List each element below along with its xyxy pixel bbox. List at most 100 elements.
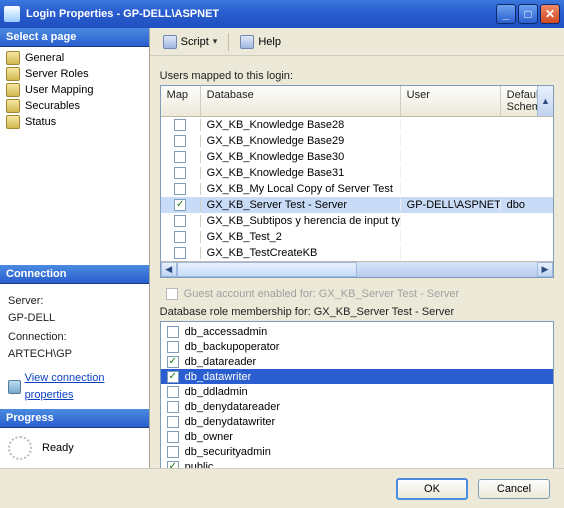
progress-spinner-icon — [8, 436, 32, 460]
map-checkbox[interactable] — [174, 135, 186, 147]
titlebar: Login Properties - GP-DELL\ASPNET _ □ ✕ — [0, 0, 564, 28]
footer: OK Cancel — [0, 468, 564, 508]
server-value: GP-DELL — [8, 310, 141, 327]
minimize-button[interactable]: _ — [496, 4, 516, 24]
sidebar-item-label: User Mapping — [25, 84, 93, 96]
map-checkbox[interactable]: ✓ — [174, 199, 186, 211]
sidebar-item-label: Securables — [25, 100, 80, 112]
role-item-db-datawriter[interactable]: ✓db_datawriter — [161, 369, 553, 384]
sidebar-item-user-mapping[interactable]: User Mapping — [2, 82, 147, 98]
role-item-db-securityadmin[interactable]: db_securityadmin — [161, 444, 553, 459]
scroll-up-button[interactable]: ▲ — [537, 86, 553, 116]
view-connection-properties-link[interactable]: View connection properties — [8, 370, 141, 403]
role-checkbox[interactable]: ✓ — [167, 371, 179, 383]
role-item-db-accessadmin[interactable]: db_accessadmin — [161, 324, 553, 339]
role-item-public[interactable]: ✓ public — [161, 459, 553, 468]
sidebar-item-securables[interactable]: Securables — [2, 98, 147, 114]
table-row[interactable]: GX_KB_Knowledge Base28 — [161, 117, 553, 133]
sidebar-item-label: General — [25, 52, 64, 64]
connection-header: Connection — [0, 265, 149, 284]
ok-button[interactable]: OK — [396, 478, 468, 500]
cell-database: GX_KB_Server Test - Server — [201, 199, 401, 211]
cell-database: GX_KB_My Local Copy of Server Test — [201, 183, 401, 195]
table-row[interactable]: GX_KB_Knowledge Base31 — [161, 165, 553, 181]
role-item-db-denydatawriter[interactable]: db_denydatawriter — [161, 414, 553, 429]
connection-value: ARTECH\GP — [8, 346, 141, 363]
role-label: db_accessadmin — [185, 326, 268, 338]
role-label: db_datareader — [185, 356, 257, 368]
role-checkbox[interactable] — [167, 431, 179, 443]
cell-database: GX_KB_Knowledge Base31 — [201, 167, 401, 179]
role-checkbox[interactable]: ✓ — [167, 461, 179, 469]
cell-database: GX_KB_Knowledge Base29 — [201, 135, 401, 147]
progress-status: Ready — [42, 442, 74, 454]
role-checkbox[interactable] — [167, 326, 179, 338]
map-checkbox[interactable] — [174, 231, 186, 243]
map-checkbox[interactable] — [174, 247, 186, 259]
table-row[interactable]: GX_KB_Test_2 — [161, 229, 553, 245]
table-row[interactable]: GX_KB_Knowledge Base30 — [161, 149, 553, 165]
window-title: Login Properties - GP-DELL\ASPNET — [26, 8, 496, 20]
chevron-down-icon: ▾ — [213, 36, 218, 47]
table-row[interactable]: GX_KB_TestCreateKB — [161, 245, 553, 261]
role-item-db-datareader[interactable]: ✓ db_datareader — [161, 354, 553, 369]
role-checkbox[interactable]: ✓ — [167, 356, 179, 368]
role-checkbox[interactable] — [167, 341, 179, 353]
map-checkbox[interactable] — [174, 183, 186, 195]
map-checkbox[interactable] — [174, 119, 186, 131]
map-checkbox[interactable] — [174, 215, 186, 227]
col-database[interactable]: Database — [201, 86, 401, 116]
scroll-thumb[interactable] — [177, 262, 357, 277]
table-row[interactable]: ✓ GX_KB_Server Test - ServerGP-DELL\ASPNE… — [161, 197, 553, 213]
database-grid: Map Database User Default Schema ▲ GX_KB… — [160, 85, 554, 278]
col-default-schema[interactable]: Default Schema ▲ — [501, 86, 553, 116]
guest-account-row: Guest account enabled for: GX_KB_Server … — [166, 288, 554, 300]
role-checkbox[interactable] — [167, 386, 179, 398]
roles-label: Database role membership for: GX_KB_Serv… — [160, 306, 554, 318]
role-label: db_owner — [185, 431, 233, 443]
role-label: public — [185, 461, 214, 469]
table-row[interactable]: GX_KB_My Local Copy of Server Test — [161, 181, 553, 197]
help-icon — [240, 35, 254, 49]
role-item-db-ddladmin[interactable]: db_ddladmin — [161, 384, 553, 399]
cell-schema: dbo — [501, 199, 553, 211]
sidebar-item-general[interactable]: General — [2, 50, 147, 66]
roles-list: db_accessadmindb_backupoperator ✓ db_datar… — [160, 321, 554, 468]
role-checkbox[interactable] — [167, 416, 179, 428]
horizontal-scrollbar[interactable]: ◀ ▶ — [161, 261, 553, 277]
cell-database: GX_KB_Knowledge Base28 — [201, 119, 401, 131]
table-row[interactable]: GX_KB_Subtipos y herencia de input type — [161, 213, 553, 229]
cell-database: GX_KB_TestCreateKB — [201, 247, 401, 259]
scroll-track[interactable] — [177, 262, 537, 277]
sidebar-item-server-roles[interactable]: Server Roles — [2, 66, 147, 82]
cell-database: GX_KB_Test_2 — [201, 231, 401, 243]
sidebar-item-status[interactable]: Status — [2, 114, 147, 130]
table-row[interactable]: GX_KB_Knowledge Base29 — [161, 133, 553, 149]
help-button[interactable]: Help — [233, 32, 288, 52]
scroll-right-button[interactable]: ▶ — [537, 262, 553, 277]
role-item-db-owner[interactable]: db_owner — [161, 429, 553, 444]
col-user[interactable]: User — [401, 86, 501, 116]
users-mapped-label: Users mapped to this login: — [160, 70, 554, 82]
app-icon — [4, 6, 20, 22]
map-checkbox[interactable] — [174, 167, 186, 179]
cell-user: GP-DELL\ASPNET — [401, 199, 501, 211]
progress-header: Progress — [0, 409, 149, 428]
page-icon — [6, 99, 20, 113]
maximize-button[interactable]: □ — [518, 4, 538, 24]
cell-database: GX_KB_Knowledge Base30 — [201, 151, 401, 163]
properties-icon — [8, 380, 21, 394]
page-icon — [6, 83, 20, 97]
col-map[interactable]: Map — [161, 86, 201, 116]
role-checkbox[interactable] — [167, 401, 179, 413]
role-label: db_securityadmin — [185, 446, 271, 458]
cancel-button[interactable]: Cancel — [478, 479, 550, 499]
role-item-db-denydatareader[interactable]: db_denydatareader — [161, 399, 553, 414]
scroll-left-button[interactable]: ◀ — [161, 262, 177, 277]
main-panel: Script ▾ Help Users mapped to this login… — [150, 28, 564, 468]
role-item-db-backupoperator[interactable]: db_backupoperator — [161, 339, 553, 354]
script-button[interactable]: Script ▾ — [156, 32, 225, 52]
map-checkbox[interactable] — [174, 151, 186, 163]
close-button[interactable]: ✕ — [540, 4, 560, 24]
role-checkbox[interactable] — [167, 446, 179, 458]
